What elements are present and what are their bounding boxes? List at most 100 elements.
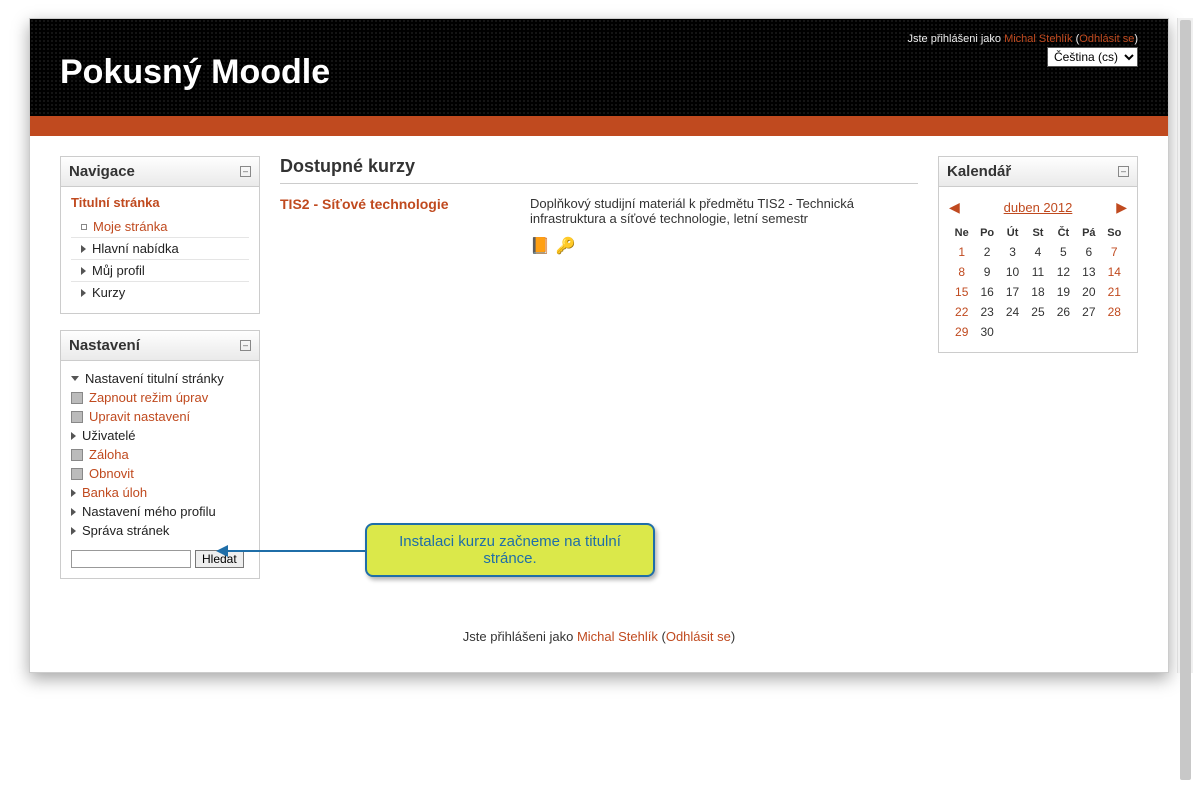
- calendar-day-cell[interactable]: 25: [1025, 302, 1050, 322]
- nav-item[interactable]: Můj profil: [71, 259, 249, 281]
- calendar-block: Kalendář – ◀ duben 2012 ▶ NePoÚtStČtPáSo…: [938, 156, 1138, 353]
- navigation-title: Navigace: [69, 163, 135, 180]
- calendar-day-cell[interactable]: 8: [949, 262, 974, 282]
- settings-icon: [71, 411, 83, 423]
- login-info-top: Jste přihlášeni jako Michal Stehlík (Odh…: [60, 29, 1138, 53]
- calendar-day-cell[interactable]: 10: [1000, 262, 1025, 282]
- self-enrol-icon: 🔑: [556, 236, 576, 256]
- calendar-title: Kalendář: [947, 163, 1011, 180]
- calendar-day-cell[interactable]: 11: [1025, 262, 1050, 282]
- footer-user-link[interactable]: Michal Stehlík: [577, 629, 658, 644]
- calendar-day-cell[interactable]: 27: [1076, 302, 1101, 322]
- calendar-day-cell[interactable]: 2: [974, 242, 999, 262]
- site-title: Pokusný Moodle: [60, 53, 1138, 92]
- calendar-day-cell[interactable]: 9: [974, 262, 999, 282]
- calendar-day-cell[interactable]: 7: [1102, 242, 1127, 262]
- settings-title: Nastavení: [69, 337, 140, 354]
- calendar-day-cell[interactable]: 14: [1102, 262, 1127, 282]
- course-link[interactable]: TIS2 - Síťové technologie: [280, 196, 449, 212]
- footer: Jste přihlášeni jako Michal Stehlík (Odh…: [30, 605, 1168, 672]
- language-selector[interactable]: Čeština (cs): [1047, 47, 1138, 67]
- calendar-day-cell[interactable]: 22: [949, 302, 974, 322]
- language-select[interactable]: Čeština (cs): [1047, 47, 1138, 67]
- calendar-day-cell: [1025, 322, 1050, 342]
- available-courses-heading: Dostupné kurzy: [280, 156, 918, 177]
- collapse-icon[interactable]: –: [240, 166, 251, 177]
- calendar-day-cell[interactable]: 21: [1102, 282, 1127, 302]
- calendar-next-icon[interactable]: ▶: [1116, 199, 1127, 216]
- calendar-day-header: St: [1025, 224, 1050, 242]
- calendar-day-cell[interactable]: 19: [1051, 282, 1076, 302]
- calendar-day-cell[interactable]: 29: [949, 322, 974, 342]
- annotation-arrow: [218, 550, 368, 552]
- restore-icon: [71, 468, 83, 480]
- tree-item[interactable]: Banka úloh: [71, 483, 249, 502]
- login-prefix: Jste přihlášeni jako: [463, 629, 577, 644]
- bullet-icon: [81, 224, 87, 230]
- settings-search-input[interactable]: [71, 550, 191, 568]
- vertical-scrollbar[interactable]: [1177, 18, 1193, 673]
- course-row: TIS2 - Síťové technologie Doplňkový stud…: [280, 183, 918, 270]
- nav-item[interactable]: Moje stránka: [71, 216, 249, 237]
- calendar-day-cell[interactable]: 5: [1051, 242, 1076, 262]
- backup-icon: [71, 449, 83, 461]
- calendar-day-cell[interactable]: 28: [1102, 302, 1127, 322]
- annotation-callout: Instalaci kurzu začneme na titulní strán…: [365, 523, 655, 577]
- user-link[interactable]: Michal Stehlík: [1004, 33, 1072, 45]
- tree-item[interactable]: Uživatelé: [71, 426, 249, 445]
- calendar-day-cell[interactable]: 3: [1000, 242, 1025, 262]
- collapse-icon[interactable]: –: [240, 340, 251, 351]
- accent-bar: [30, 116, 1168, 136]
- calendar-day-cell[interactable]: 23: [974, 302, 999, 322]
- calendar-day-header: Út: [1000, 224, 1025, 242]
- nav-home-link[interactable]: Titulní stránka: [71, 195, 160, 210]
- guest-access-icon: 📙: [530, 236, 550, 256]
- calendar-table: NePoÚtStČtPáSo 1234567891011121314151617…: [949, 224, 1127, 342]
- logout-link[interactable]: Odhlásit se: [1079, 33, 1134, 45]
- calendar-day-cell[interactable]: 20: [1076, 282, 1101, 302]
- calendar-day-cell[interactable]: 4: [1025, 242, 1050, 262]
- caret-icon: [71, 508, 76, 516]
- calendar-day-cell[interactable]: 1: [949, 242, 974, 262]
- tree-item[interactable]: Nastavení titulní stránky: [71, 369, 249, 388]
- calendar-day-header: Pá: [1076, 224, 1101, 242]
- calendar-day-cell: [1076, 322, 1101, 342]
- caret-icon: [81, 245, 86, 253]
- calendar-day-cell[interactable]: 26: [1051, 302, 1076, 322]
- nav-item[interactable]: Hlavní nabídka: [71, 237, 249, 259]
- nav-item[interactable]: Kurzy: [71, 281, 249, 303]
- tree-item[interactable]: Nastavení mého profilu: [71, 502, 249, 521]
- calendar-day-cell[interactable]: 15: [949, 282, 974, 302]
- tree-item[interactable]: Upravit nastavení: [71, 407, 249, 426]
- calendar-day-cell: [1000, 322, 1025, 342]
- calendar-day-cell[interactable]: 18: [1025, 282, 1050, 302]
- tree-item[interactable]: Správa stránek: [71, 521, 249, 540]
- tree-item[interactable]: Záloha: [71, 445, 249, 464]
- calendar-day-cell[interactable]: 16: [974, 282, 999, 302]
- calendar-day-cell: [1102, 322, 1127, 342]
- navigation-block: Navigace – Titulní stránka Moje stránka …: [60, 156, 260, 314]
- scrollbar-thumb[interactable]: [1180, 20, 1191, 780]
- tree-item-restore[interactable]: Obnovit: [71, 464, 249, 483]
- calendar-day-cell[interactable]: 24: [1000, 302, 1025, 322]
- edit-icon: [71, 392, 83, 404]
- login-prefix: Jste přihlášeni jako: [907, 33, 1004, 45]
- calendar-day-header: Ne: [949, 224, 974, 242]
- header: Jste přihlášeni jako Michal Stehlík (Odh…: [30, 19, 1168, 116]
- caret-down-icon: [71, 376, 79, 381]
- caret-icon: [81, 289, 86, 297]
- calendar-day-header: Po: [974, 224, 999, 242]
- calendar-day-header: Čt: [1051, 224, 1076, 242]
- calendar-day-cell[interactable]: 6: [1076, 242, 1101, 262]
- collapse-icon[interactable]: –: [1118, 166, 1129, 177]
- tree-item[interactable]: Zapnout režim úprav: [71, 388, 249, 407]
- calendar-prev-icon[interactable]: ◀: [949, 199, 960, 216]
- calendar-day-cell[interactable]: 13: [1076, 262, 1101, 282]
- footer-logout-link[interactable]: Odhlásit se: [666, 629, 731, 644]
- calendar-day-cell[interactable]: 12: [1051, 262, 1076, 282]
- course-description: Doplňkový studijní materiál k předmětu T…: [530, 196, 918, 226]
- calendar-day-cell[interactable]: 17: [1000, 282, 1025, 302]
- calendar-day-cell[interactable]: 30: [974, 322, 999, 342]
- calendar-month[interactable]: duben 2012: [1004, 200, 1073, 215]
- settings-block: Nastavení – Nastavení titulní stránky Za…: [60, 330, 260, 579]
